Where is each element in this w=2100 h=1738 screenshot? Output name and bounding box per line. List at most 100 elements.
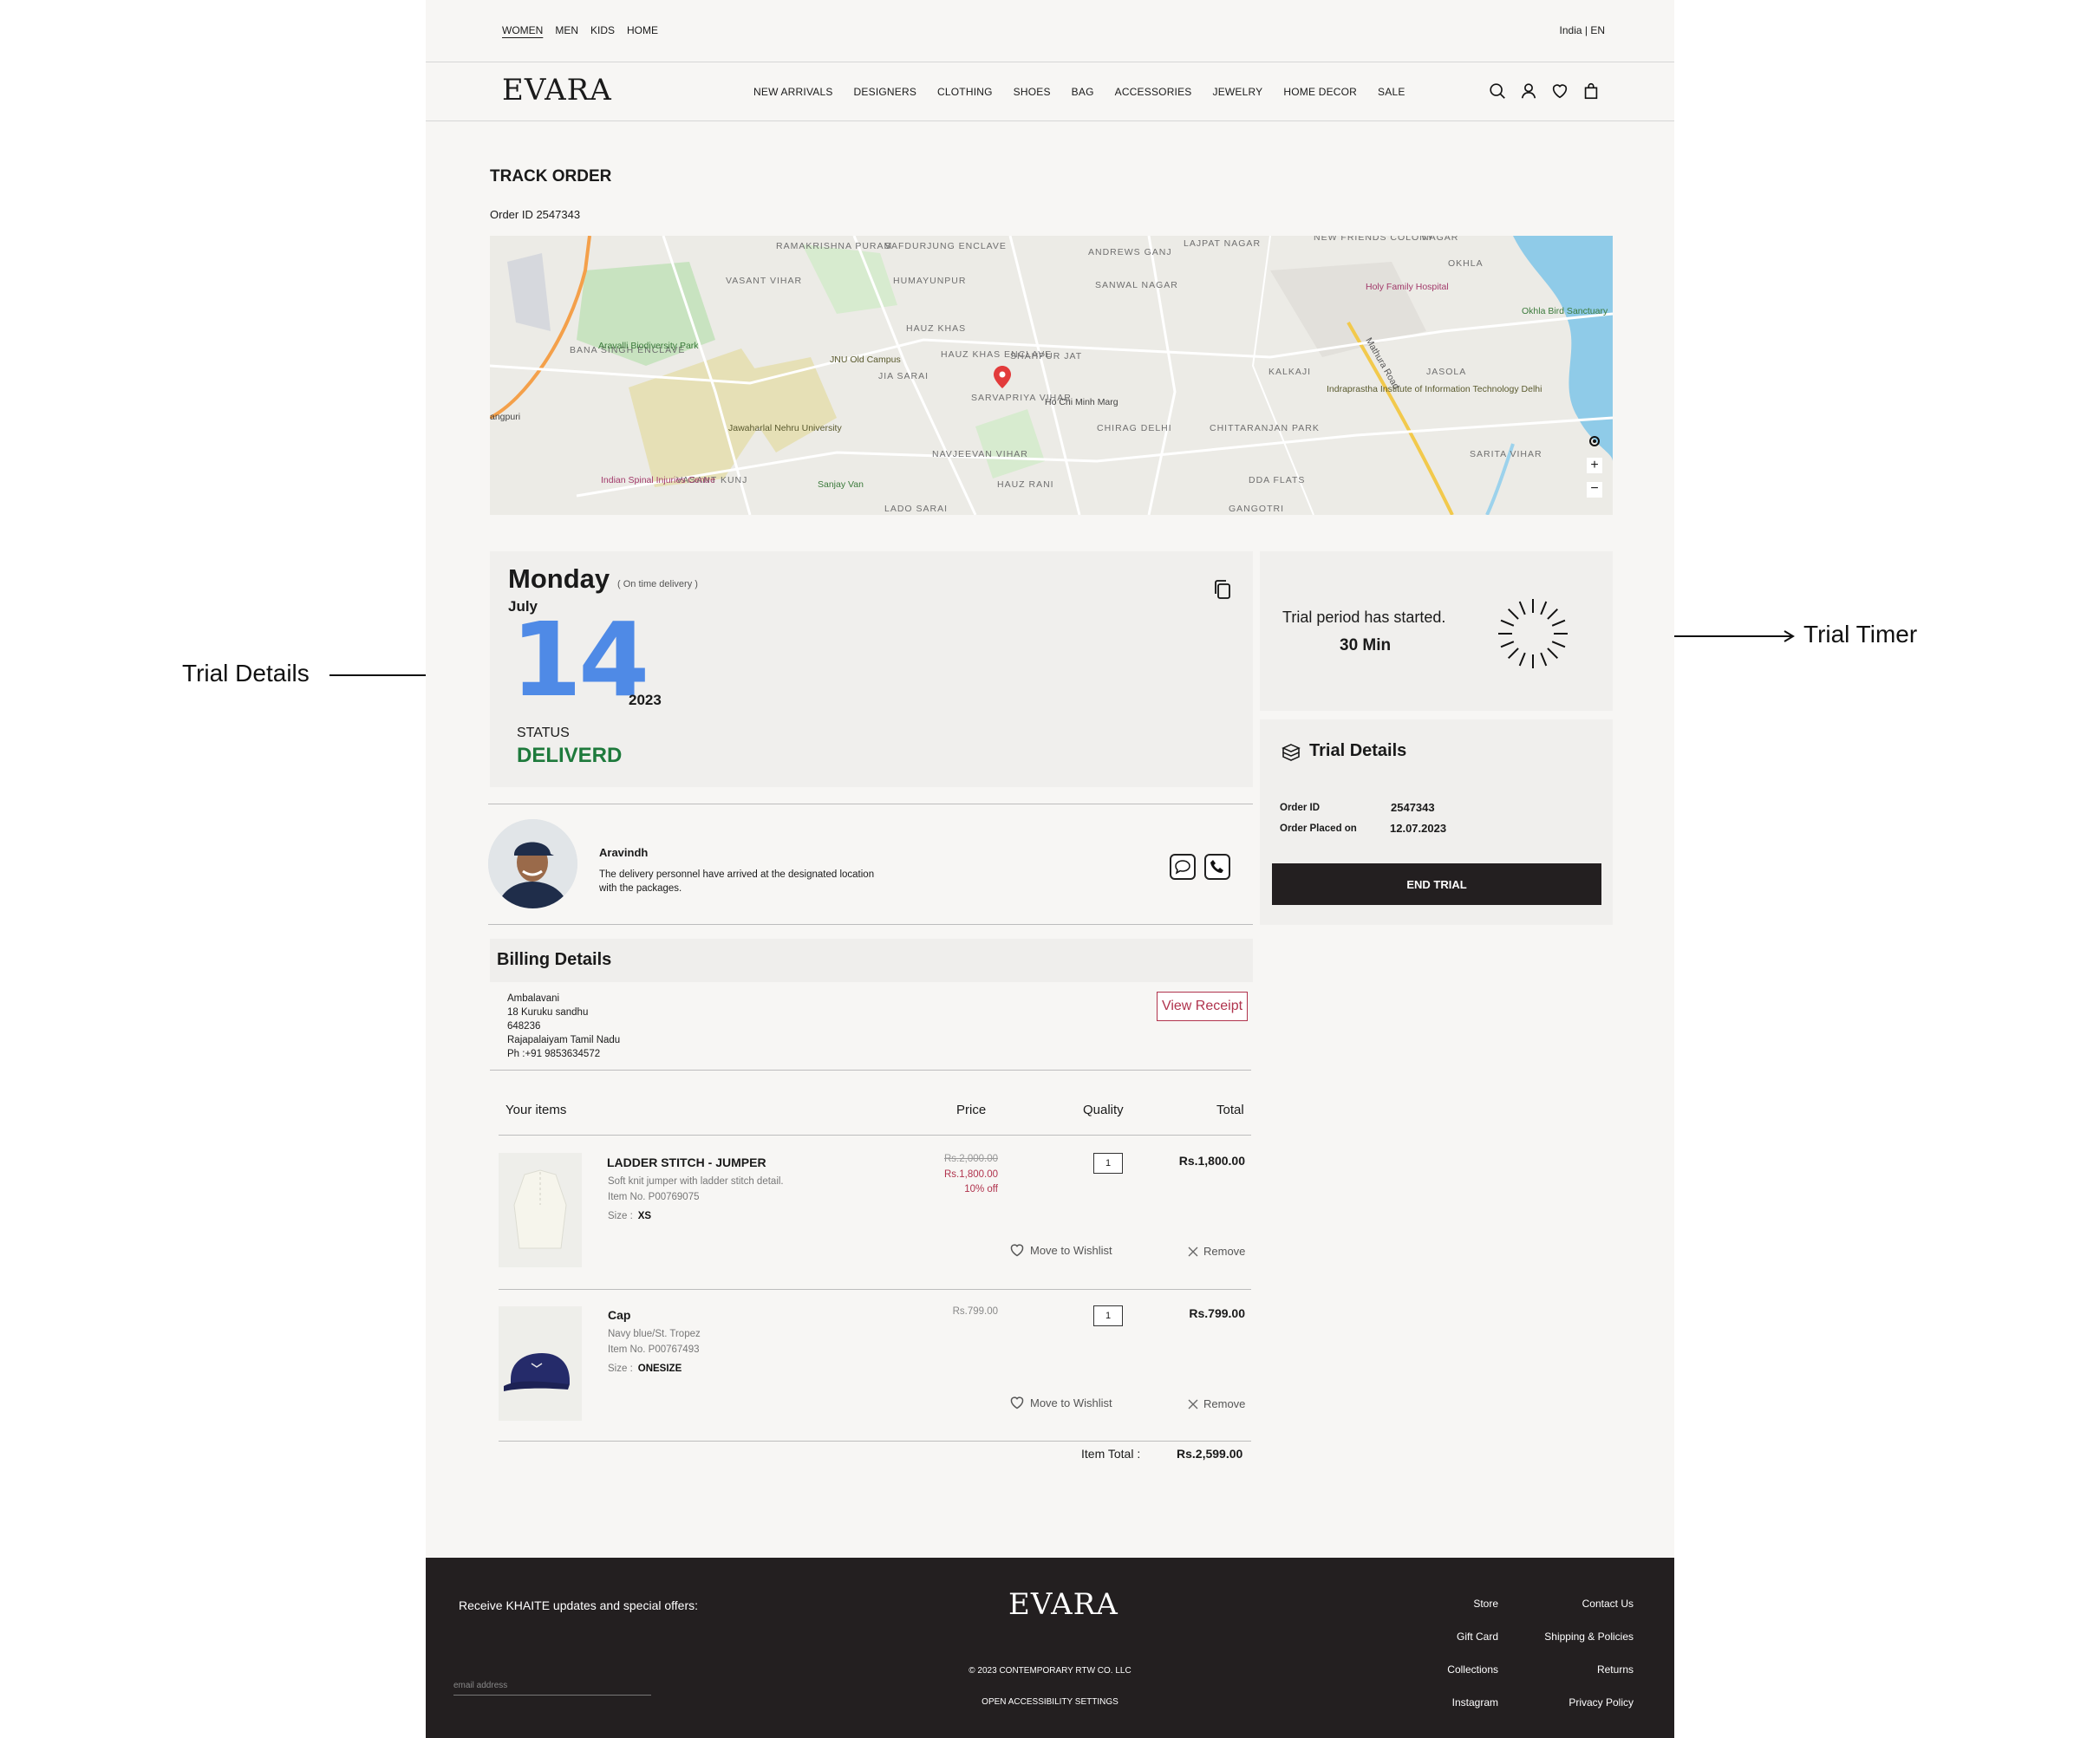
order-placed-label: Order Placed on: [1280, 823, 1357, 834]
quantity-box[interactable]: 1: [1093, 1153, 1123, 1174]
size-label: Size :: [608, 1364, 633, 1374]
trial-timer-card: Trial period has started. 30 Min: [1260, 551, 1613, 711]
top-nav-home[interactable]: HOME: [627, 24, 658, 36]
map-label: NAVJEEVAN VIHAR: [932, 449, 1028, 459]
map-label: NAGAR: [1422, 236, 1458, 243]
map-label: KALKAJI: [1268, 367, 1311, 377]
map-label: GANGOTRI: [1229, 504, 1284, 514]
footer-link-store[interactable]: Store: [1377, 1598, 1498, 1610]
spinner-tick: [1500, 619, 1515, 627]
item-description: Navy blue/St. Tropez Item No. P00767493: [608, 1326, 701, 1357]
size-label: Size :: [608, 1211, 633, 1221]
footer-link-returns[interactable]: Returns: [1512, 1663, 1634, 1676]
locale-selector[interactable]: India | EN: [1560, 24, 1605, 36]
quantity-box[interactable]: 1: [1093, 1305, 1123, 1326]
footer-logo[interactable]: EVARA: [1008, 1587, 1118, 1622]
billing-header: Billing Details: [490, 939, 1253, 982]
brand-logo[interactable]: EVARA: [502, 73, 612, 107]
footer-link-instagram[interactable]: Instagram: [1377, 1696, 1498, 1709]
footer-link-collections[interactable]: Collections: [1377, 1663, 1498, 1676]
item-image-cap[interactable]: [499, 1306, 582, 1421]
map-label: HAUZ RANI: [997, 479, 1054, 490]
size-value: XS: [637, 1211, 652, 1221]
view-receipt-button[interactable]: View Receipt: [1157, 992, 1248, 1021]
top-nav-men[interactable]: MEN: [555, 24, 578, 36]
menu-designers[interactable]: DESIGNERS: [854, 86, 916, 98]
trial-details-card: Trial Details Order ID 2547343 Order Pla…: [1260, 719, 1613, 925]
page-title: TRACK ORDER: [490, 167, 612, 186]
map-label: angpuri: [490, 412, 520, 422]
map-label: JIA SARAI: [878, 371, 929, 381]
trial-duration: 30 Min: [1340, 636, 1392, 654]
map-label: Sanjay Van: [818, 479, 864, 490]
call-button[interactable]: [1204, 854, 1230, 880]
footer-link-contact-us[interactable]: Contact Us: [1512, 1598, 1634, 1610]
item-total-label: Item Total :: [1081, 1447, 1141, 1461]
menu-sale[interactable]: SALE: [1378, 86, 1405, 98]
delivery-day: Monday: [508, 563, 610, 594]
billing-address: Ambalavani 18 Kuruku sandhu 648236 Rajap…: [507, 992, 620, 1061]
map-canvas: RAMAKRISHNA PURAM SAFDURJUNG ENCLAVE AND…: [490, 236, 1613, 515]
size-value: ONESIZE: [637, 1364, 682, 1374]
move-to-wishlist-button[interactable]: Move to Wishlist: [1009, 1396, 1112, 1409]
courier-message: The delivery personnel have arrived at t…: [599, 869, 875, 894]
heart-icon[interactable]: [1550, 81, 1569, 101]
address-line: Ambalavani: [507, 993, 560, 1004]
order-map[interactable]: RAMAKRISHNA PURAM SAFDURJUNG ENCLAVE AND…: [490, 236, 1613, 515]
remove-button[interactable]: Remove: [1188, 1397, 1245, 1410]
user-icon[interactable]: [1519, 81, 1538, 101]
top-bar: WOMEN MEN KIDS HOME India | EN: [426, 0, 1674, 62]
address-line: 18 Kuruku sandhu: [507, 1007, 589, 1018]
annotation-trial-details: Trial Details: [182, 660, 310, 687]
zoom-in-button[interactable]: +: [1587, 458, 1602, 473]
heart-icon: [1010, 1244, 1024, 1257]
footer-link-gift-card[interactable]: Gift Card: [1377, 1631, 1498, 1643]
menu-new-arrivals[interactable]: NEW ARRIVALS: [753, 86, 833, 98]
order-id-label: Order ID: [1280, 803, 1321, 813]
menu-home-decor[interactable]: HOME DECOR: [1283, 86, 1357, 98]
email-field[interactable]: email address: [453, 1681, 651, 1696]
top-nav-women[interactable]: WOMEN: [502, 24, 543, 36]
item-total: Rs.799.00: [1189, 1306, 1245, 1320]
delivery-date-number: 14: [511, 600, 649, 719]
map-label: DDA FLATS: [1249, 475, 1305, 485]
price-discount: 10% off: [964, 1184, 998, 1194]
remove-button[interactable]: Remove: [1188, 1245, 1245, 1258]
item-total: Rs.1,800.00: [1178, 1154, 1245, 1168]
locate-me-button[interactable]: [1587, 433, 1602, 449]
page-frame: WOMEN MEN KIDS HOME India | EN EVARA NEW…: [426, 0, 1674, 1738]
item-name[interactable]: LADDER STITCH - JUMPER: [607, 1155, 766, 1169]
billing-title: Billing Details: [497, 950, 612, 969]
menu-clothing[interactable]: CLOTHING: [937, 86, 993, 98]
main-nav: EVARA NEW ARRIVALS DESIGNERS CLOTHING SH…: [426, 62, 1674, 121]
zoom-out-button[interactable]: −: [1587, 482, 1602, 498]
price-original: Rs.2,000.00: [943, 1154, 998, 1164]
item-desc-text: Navy blue/St. Tropez: [608, 1329, 701, 1339]
menu-shoes[interactable]: SHOES: [1014, 86, 1051, 98]
map-label: Indian Spinal Injuries Centre: [601, 475, 715, 485]
menu-jewelry[interactable]: JEWELRY: [1213, 86, 1263, 98]
col-your-items: Your items: [505, 1103, 567, 1117]
menu-accessories[interactable]: ACCESSORIES: [1115, 86, 1192, 98]
remove-label: Remove: [1203, 1245, 1246, 1258]
bag-icon[interactable]: [1582, 81, 1601, 101]
copy-icon[interactable]: [1213, 579, 1232, 600]
search-icon[interactable]: [1488, 81, 1507, 101]
top-nav-kids[interactable]: KIDS: [590, 24, 615, 36]
footer-link-shipping[interactable]: Shipping & Policies: [1512, 1631, 1634, 1643]
divider: [499, 1135, 1251, 1136]
address-line: 648236: [507, 1021, 541, 1032]
map-label: SHAHPUR JAT: [1010, 351, 1082, 361]
end-trial-button[interactable]: END TRIAL: [1272, 863, 1601, 905]
price-current: Rs.1,800.00: [943, 1169, 998, 1180]
phone-icon: [1210, 860, 1223, 873]
spinner-tick: [1540, 652, 1548, 667]
menu-bag[interactable]: BAG: [1072, 86, 1094, 98]
move-to-wishlist-button[interactable]: Move to Wishlist: [1009, 1243, 1112, 1257]
item-image-jumper[interactable]: [499, 1153, 582, 1267]
footer-link-privacy[interactable]: Privacy Policy: [1512, 1696, 1634, 1709]
item-size: Size : XS: [608, 1211, 651, 1221]
chat-button[interactable]: [1170, 854, 1196, 880]
map-label: CHITTARANJAN PARK: [1210, 423, 1320, 433]
item-name[interactable]: Cap: [608, 1308, 630, 1322]
